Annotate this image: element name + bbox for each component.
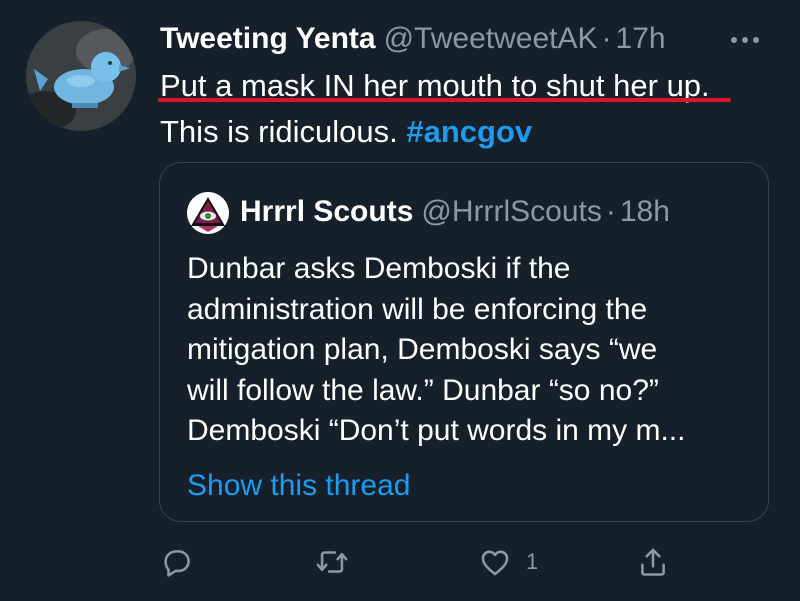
author-handle[interactable]: @TweetweetAK [384, 20, 598, 58]
triangle-eye-logo-icon [187, 192, 229, 234]
heart-icon [481, 550, 509, 576]
more-options-icon[interactable] [731, 30, 767, 50]
red-underline-annotation [158, 98, 731, 102]
show-thread-link[interactable]: Show this thread [187, 466, 410, 506]
like-button[interactable]: 1 [478, 540, 538, 584]
retweet-icon [316, 551, 348, 573]
quoted-tweet-header: Hrrrl Scouts @HrrrlScouts · 18h [240, 193, 670, 231]
quoted-tweet-card[interactable]: Hrrrl Scouts @HrrrlScouts · 18h Dunbar a… [159, 162, 769, 522]
quoted-text-line: administration will be enforcing the [187, 292, 648, 326]
tweet-timestamp[interactable]: 17h [616, 20, 666, 58]
quoted-text-line: will follow the law.” Dunbar “so no?” [187, 373, 659, 407]
bird-figurine-image [26, 21, 136, 131]
reply-icon [164, 550, 190, 577]
tweet-action-bar: 1 [0, 540, 800, 584]
retweet-button[interactable] [315, 540, 349, 584]
tweet-text: Put a mask IN her mouth to shut her up. … [160, 63, 780, 155]
quoted-tweet-timestamp[interactable]: 18h [620, 193, 670, 231]
tweet-text-line-1: Put a mask IN her mouth to shut her up. [160, 68, 710, 103]
quoted-text-line: Dunbar asks Demboski if the [187, 252, 571, 285]
reply-button[interactable] [160, 540, 194, 584]
quoted-text-line: Demboski “Don’t put words in my m... [187, 414, 686, 447]
tweet-text-line-2: This is ridiculous. #ancgov [160, 109, 780, 155]
hashtag-link[interactable]: #ancgov [406, 114, 532, 149]
quoted-tweet-text: Dunbar asks Demboski if the administrati… [187, 249, 747, 452]
author-avatar[interactable] [26, 21, 136, 131]
separator-dot: · [605, 195, 616, 228]
like-count: 1 [526, 549, 539, 574]
share-button[interactable] [636, 540, 670, 584]
tweet-text-line-2-prefix: This is ridiculous. [160, 114, 398, 149]
quoted-author-avatar[interactable] [187, 192, 229, 234]
tweet-header: Tweeting Yenta @TweetweetAK · 17h [160, 20, 666, 58]
separator-dot: · [601, 22, 612, 55]
quoted-text-line: mitigation plan, Demboski says “we [187, 333, 658, 366]
quoted-author-handle[interactable]: @HrrrlScouts [421, 193, 601, 231]
share-icon [641, 548, 665, 576]
quoted-author-name[interactable]: Hrrrl Scouts [240, 193, 413, 231]
author-name[interactable]: Tweeting Yenta [160, 20, 376, 58]
